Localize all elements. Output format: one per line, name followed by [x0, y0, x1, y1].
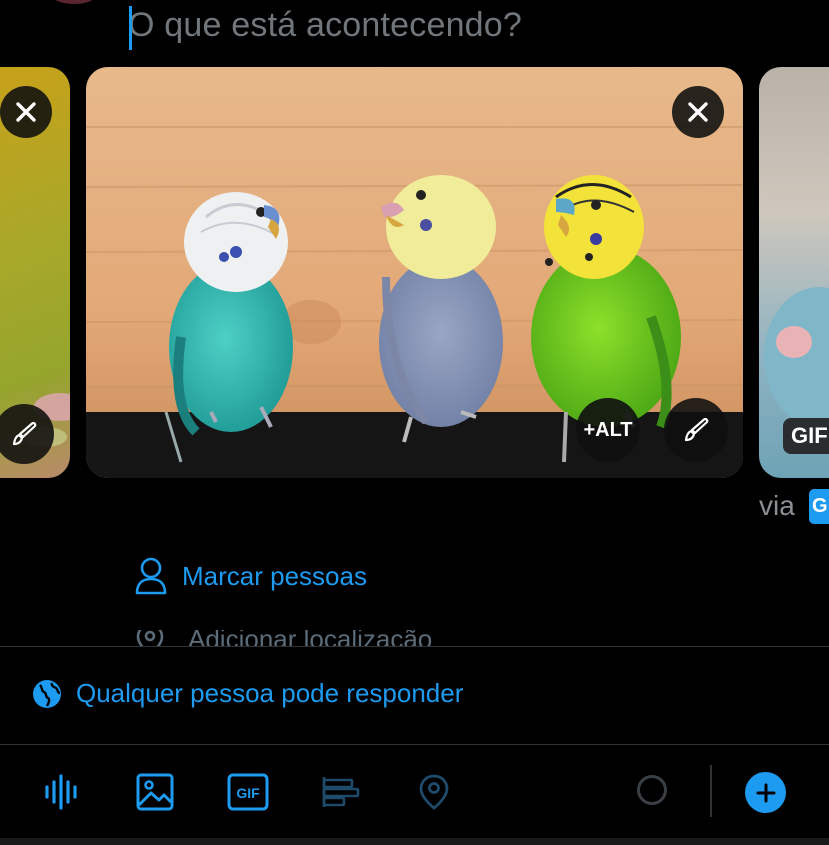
reply-setting-label: Qualquer pessoa pode responder	[76, 678, 464, 708]
poll-icon	[322, 777, 360, 807]
reply-setting-button[interactable]: Qualquer pessoa pode responder	[32, 678, 463, 709]
audio-wave-icon	[45, 774, 77, 810]
add-poll-button	[319, 770, 363, 814]
add-image-button[interactable]	[133, 770, 177, 814]
bottom-edge	[0, 838, 829, 845]
add-location-button	[412, 770, 456, 814]
edit-media-button[interactable]	[664, 398, 728, 462]
add-alt-text-button[interactable]: +ALT	[576, 398, 640, 462]
brush-icon	[12, 421, 37, 446]
gif-icon: GIF	[227, 773, 269, 811]
location-icon	[419, 774, 449, 810]
brush-icon	[684, 417, 709, 442]
media-image-parakeets[interactable]	[86, 67, 743, 478]
audio-space-button[interactable]	[40, 770, 84, 814]
remove-media-button-left[interactable]	[0, 86, 52, 138]
tag-people-option[interactable]: Marcar pessoas	[134, 556, 367, 596]
add-thread-button[interactable]	[745, 772, 786, 813]
close-icon	[688, 102, 708, 122]
gif-badge: GIF	[783, 418, 829, 454]
person-icon	[135, 557, 167, 595]
globe-icon	[33, 679, 61, 708]
composer-placeholder[interactable]: O que está acontecendo?	[128, 6, 522, 45]
svg-text:GIF: GIF	[236, 785, 260, 801]
divider	[0, 744, 829, 745]
avatar[interactable]	[52, 0, 96, 4]
remove-media-button[interactable]	[672, 86, 724, 138]
text-caret	[129, 6, 132, 50]
giphy-logo[interactable]: G	[809, 489, 829, 524]
toolbar-divider	[710, 765, 712, 817]
plus-icon	[756, 783, 775, 802]
add-gif-button[interactable]: GIF	[226, 770, 270, 814]
character-count-ring	[637, 775, 667, 805]
close-icon	[16, 102, 36, 122]
via-label: via	[759, 490, 795, 521]
image-icon	[136, 773, 174, 811]
media-thumbnail-right-gif[interactable]	[759, 67, 829, 478]
tag-people-label: Marcar pessoas	[182, 560, 367, 591]
